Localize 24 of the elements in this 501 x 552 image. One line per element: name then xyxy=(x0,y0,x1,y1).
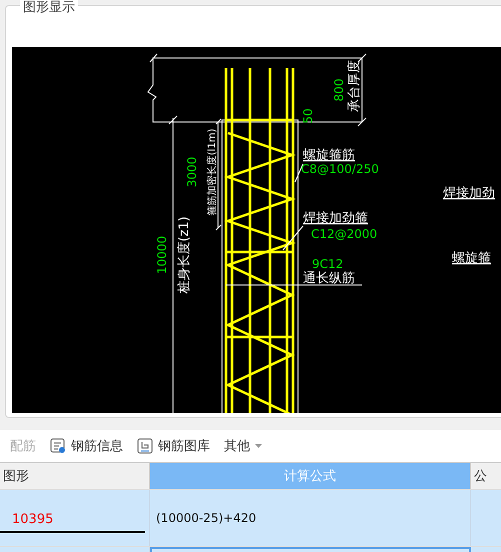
leader-line xyxy=(294,164,304,182)
drawing-label: 桩身长度(z1) xyxy=(177,216,192,294)
drawing-label: 螺旋箍 xyxy=(452,251,491,266)
dimension-text: 9C12 xyxy=(312,257,344,271)
drawing-label: 箍筋加密长度(l1m) xyxy=(207,128,218,216)
list-icon xyxy=(50,438,66,454)
dimension-text: 50 xyxy=(301,108,315,124)
drawing-label: 螺旋箍筋 xyxy=(303,148,355,163)
dimension-text: 10000 xyxy=(155,236,169,274)
toolbar-button[interactable]: 钢筋图库 xyxy=(137,437,214,455)
drawing-label: 通长纵筋 xyxy=(303,271,355,286)
dimension-text: C8@100/250 xyxy=(301,162,379,176)
dimension-text: 3000 xyxy=(185,156,199,188)
dimension-text: 800 xyxy=(332,78,346,102)
drawing-label: 焊接加劲 xyxy=(443,186,495,201)
caret-icon xyxy=(255,444,262,448)
toolbar-button[interactable]: 钢筋信息 xyxy=(50,437,127,455)
image-icon xyxy=(137,438,153,454)
leader-line xyxy=(282,226,304,250)
toolbar-button[interactable]: 其他 xyxy=(224,437,266,455)
dimension-text: C12@2000 xyxy=(311,227,378,241)
drawing-label: 焊接加劲箍 xyxy=(303,211,368,226)
group-title: 图形显示 xyxy=(20,0,78,16)
drawing-label: 承台厚度 xyxy=(347,60,362,112)
